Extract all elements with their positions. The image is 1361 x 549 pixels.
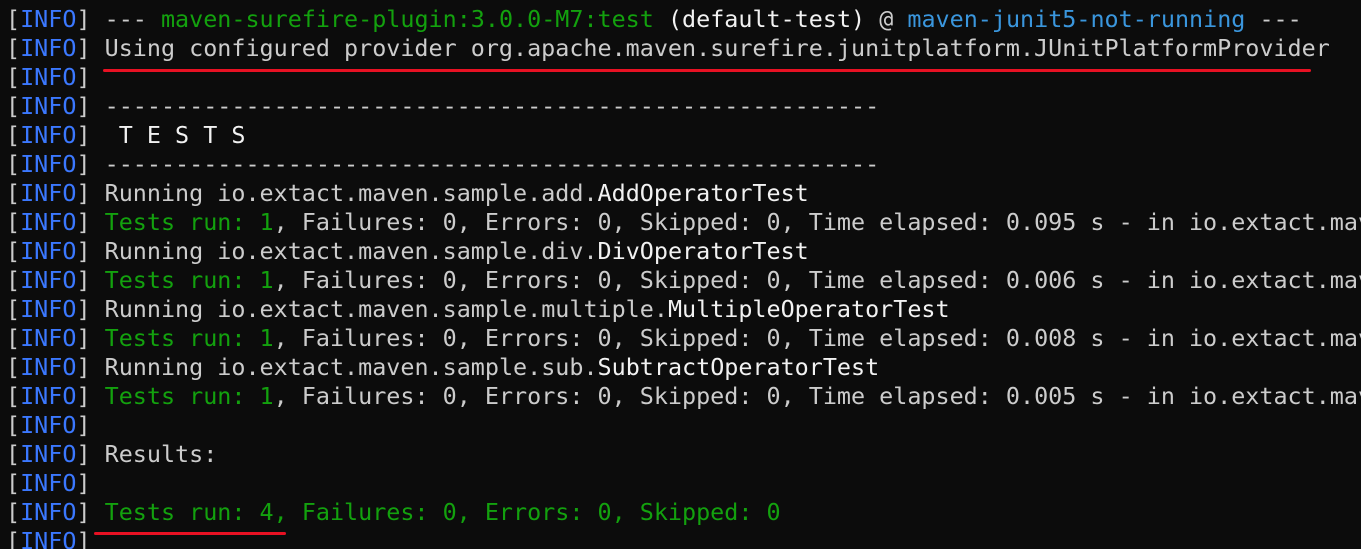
- log-line-running: [INFO] Running io.extact.maven.sample.su…: [6, 353, 880, 381]
- test-class-name: DivOperatorTest: [597, 237, 809, 265]
- test-class-name: MultipleOperatorTest: [667, 295, 950, 323]
- log-line-running: [INFO] Running io.extact.maven.sample.di…: [6, 237, 809, 265]
- log-line-separator: [INFO] ---------------------------------…: [6, 150, 880, 178]
- project-name: maven-junit5-not-running: [907, 5, 1246, 33]
- log-line-results-label: [INFO] Results:: [6, 440, 218, 468]
- annotation-underline-provider: [103, 69, 1311, 72]
- log-line-blank: [INFO]: [6, 527, 91, 549]
- tests-heading: T E S T S: [104, 121, 246, 149]
- log-line-running: [INFO] Running io.extact.maven.sample.mu…: [6, 295, 950, 323]
- log-line-blank: [INFO]: [6, 63, 91, 91]
- test-class-name: AddOperatorTest: [597, 179, 809, 207]
- log-level: INFO: [20, 5, 77, 33]
- annotation-underline-summary: [94, 532, 286, 535]
- summary-text: Tests run: 4, Failures: 0, Errors: 0, Sk…: [104, 498, 781, 526]
- test-class-name: SubtractOperatorTest: [597, 353, 880, 381]
- log-line-separator: [INFO] ---------------------------------…: [6, 92, 880, 120]
- log-line-summary: [INFO] Tests run: 4, Failures: 0, Errors…: [6, 498, 781, 526]
- log-line-running: [INFO] Running io.extact.maven.sample.ad…: [6, 179, 809, 207]
- provider-text: Using configured provider org.apache.mav…: [104, 34, 1330, 62]
- results-label: Results:: [104, 440, 218, 468]
- log-line-blank: [INFO]: [6, 469, 91, 497]
- log-line-test-result: [INFO] Tests run: 1, Failures: 0, Errors…: [6, 382, 1361, 410]
- log-line-tests-heading: [INFO] T E S T S: [6, 121, 246, 149]
- log-line-test-result: [INFO] Tests run: 1, Failures: 0, Errors…: [6, 324, 1361, 352]
- log-line-test-result: [INFO] Tests run: 1, Failures: 0, Errors…: [6, 266, 1361, 294]
- terminal-window[interactable]: [INFO] --- maven-surefire-plugin:3.0.0-M…: [0, 0, 1361, 549]
- plugin-name: maven-surefire-plugin:3.0.0-M7:test: [160, 5, 654, 33]
- log-line-provider: [INFO] Using configured provider org.apa…: [6, 34, 1330, 62]
- log-line-blank: [INFO]: [6, 411, 91, 439]
- log-line-plugin-header: [INFO] --- maven-surefire-plugin:3.0.0-M…: [6, 5, 1302, 33]
- log-line-test-result: [INFO] Tests run: 1, Failures: 0, Errors…: [6, 208, 1361, 236]
